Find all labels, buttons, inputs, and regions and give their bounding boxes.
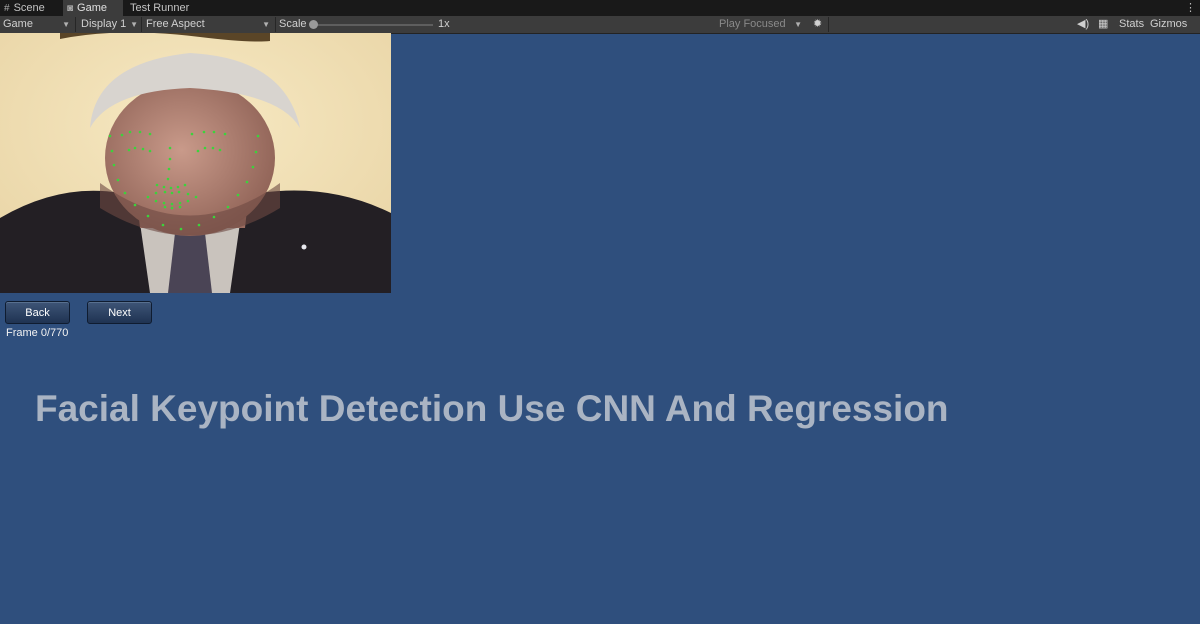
keypoint-dot [203,146,207,150]
display-dropdown[interactable]: Display 1 ▼ [78,16,142,33]
keypoint-dot [256,134,260,138]
tab-game[interactable]: ◙ Game [63,0,123,16]
keypoint-dot [163,190,167,194]
keypoint-dot [245,180,249,184]
bug-icon[interactable]: ✹ [810,16,826,33]
tab-test-runner[interactable]: Test Runner [126,0,196,16]
keypoint-dot [168,157,172,161]
face-image [0,33,391,293]
keypoint-dot [138,130,142,134]
more-options-icon[interactable]: ⋮ [1185,0,1196,16]
keypoint-dot [186,199,190,203]
keypoint-dot [162,185,166,189]
keypoint-dot [211,146,215,150]
keypoint-dot [148,149,152,153]
tab-scene[interactable]: # Scene [0,0,62,16]
game-toolbar: Game ▼ Display 1 ▼ Free Aspect ▼ Scale 1x P… [0,16,1200,34]
keypoint-dot [133,146,137,150]
gamepad-icon: ◙ [67,3,74,14]
keypoint-dot [170,191,174,195]
frame-counter: Frame 0/770 [6,327,69,339]
keypoint-dot [169,186,173,190]
keypoint-dot [183,183,187,187]
keypoint-dot [141,147,145,151]
scale-label: Scale [279,18,307,30]
scale-value: 1x [438,18,450,30]
keypoint-dot [212,215,216,219]
aspect-dropdown[interactable]: Free Aspect ▼ [143,16,274,33]
keypoint-dot [128,130,132,134]
keypoint-dot [197,223,201,227]
keypoint-dot [179,227,183,231]
keypoint-dot [148,132,152,136]
keypoint-dot [146,214,150,218]
chevron-down-icon: ▼ [130,20,138,29]
keyboard-icon[interactable]: ▦ [1095,16,1113,33]
keypoint-dot [163,205,167,209]
gizmos-dropdown[interactable]: Gizmos [1147,16,1193,33]
keypoint-dot [167,167,171,171]
keypoint-dot [218,148,222,152]
keypoint-dot [190,132,194,136]
page-title: Facial Keypoint Detection Use CNN And Re… [35,388,949,429]
scale-slider-handle[interactable] [309,20,318,29]
chevron-down-icon: ▼ [262,20,270,29]
keypoint-dot [223,132,227,136]
keypoint-dot [116,178,120,182]
keypoint-dot [168,146,172,150]
next-button[interactable]: Next [87,301,152,324]
keypoint-dot [170,202,174,206]
editor-tab-bar: # Scene ◙ Game Test Runner ⋮ [0,0,1200,16]
keypoint-dot [176,185,180,189]
keypoint-dot [155,183,159,187]
keypoint-dot [178,201,182,205]
keypoint-dot [178,205,182,209]
keypoint-dot [127,148,131,152]
keypoint-dot [212,130,216,134]
back-button[interactable]: Back [5,301,70,324]
video-frame [0,33,391,293]
audio-icon[interactable]: ◀) [1074,16,1092,33]
keypoint-dot [154,199,158,203]
view-mode-dropdown[interactable]: Game ▼ [0,16,74,33]
keypoint-dot [254,150,258,154]
divider [141,17,142,32]
keypoint-dot [202,130,206,134]
grid-icon: # [4,3,10,14]
keypoint-dot [112,163,116,167]
keypoint-dot [110,149,114,153]
keypoint-dot [166,177,170,181]
keypoint-dot [170,206,174,210]
divider [828,17,829,32]
keypoint-dot [177,190,181,194]
keypoint-dot [133,203,137,207]
keypoint-dot [226,205,230,209]
scale-slider-track[interactable] [314,24,433,26]
keypoint-dot [251,165,255,169]
play-mode-dropdown[interactable]: Play Focused ▼ [716,16,806,33]
keypoint-dot [162,201,166,205]
keypoint-dot [196,149,200,153]
keypoint-dot [120,133,124,137]
keypoint-dot [146,195,150,199]
keypoint-dot [161,223,165,227]
keypoint-dot [236,193,240,197]
keypoint-dot [123,191,127,195]
keypoint-dot [108,134,112,138]
chevron-down-icon: ▼ [62,20,70,29]
keypoint-dot [154,191,158,195]
chevron-down-icon: ▼ [794,20,802,29]
keypoint-dot [186,192,190,196]
keypoint-dot [194,195,198,199]
stats-button[interactable]: Stats [1116,16,1146,33]
divider [75,17,76,32]
